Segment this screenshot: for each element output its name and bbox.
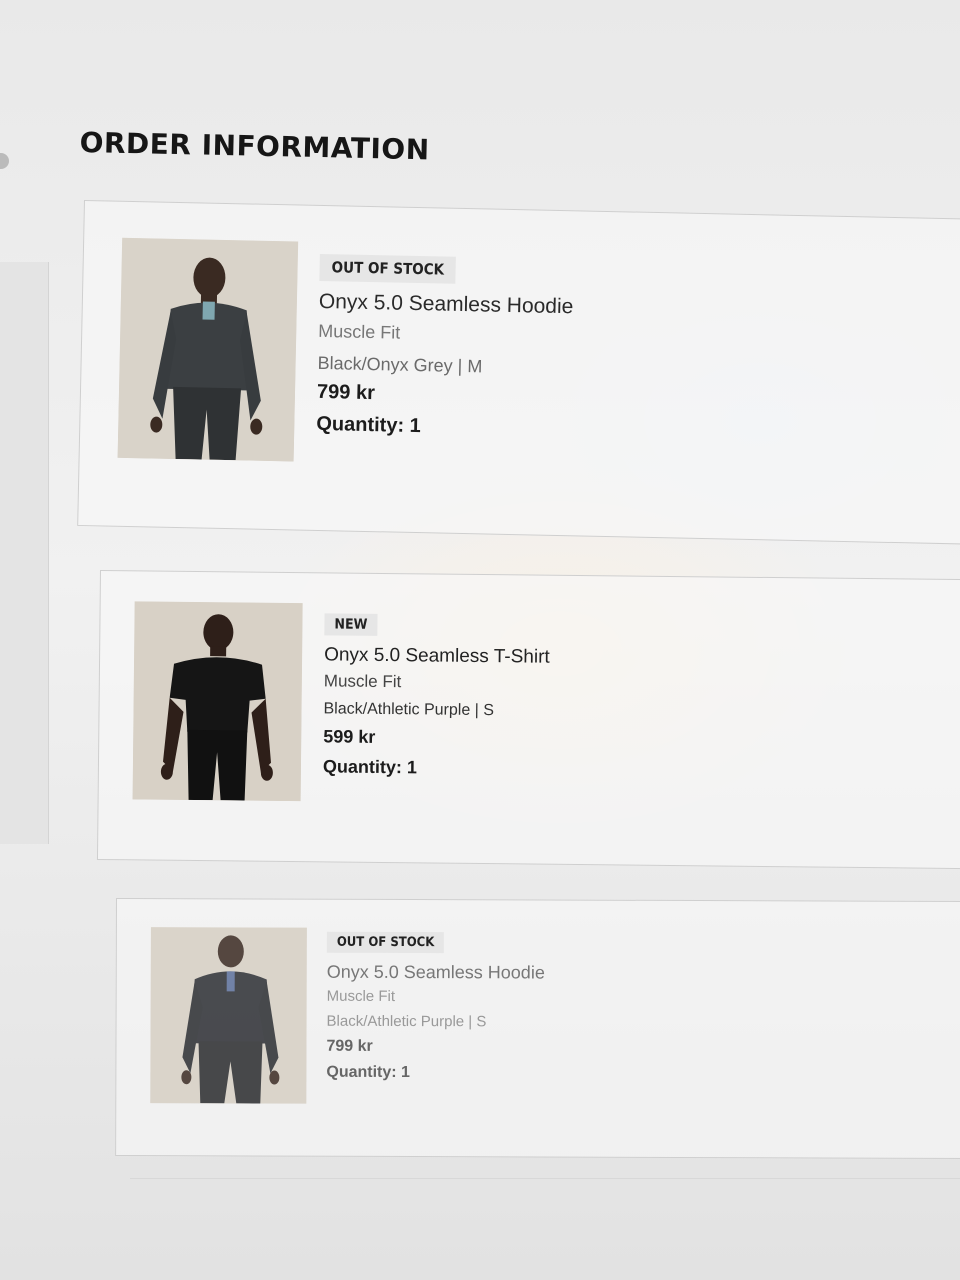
product-quantity: Quantity: 1 [316, 412, 422, 438]
stock-status-badge: OUT OF STOCK [326, 931, 445, 954]
product-price: 799 kr [326, 1037, 373, 1055]
order-item-card[interactable]: OUT OF STOCK Onyx 5.0 Seamless Hoodie Mu… [115, 898, 960, 1160]
product-variant: Black/Athletic Purple | S [323, 700, 495, 720]
order-item-card[interactable]: OUT OF STOCK Onyx 5.0 Seamless Hoodie Mu… [77, 200, 960, 545]
product-fit: Muscle Fit [318, 320, 401, 343]
product-name[interactable]: Onyx 5.0 Seamless Hoodie [319, 290, 574, 318]
scroll-indicator [0, 153, 9, 169]
page-title: ORDER INFORMATION [79, 126, 430, 167]
product-price: 799 kr [316, 380, 376, 405]
product-info: OUT OF STOCK Onyx 5.0 Seamless Hoodie Mu… [316, 253, 574, 439]
product-info: NEW Onyx 5.0 Seamless T-Shirt Muscle Fit… [323, 613, 550, 777]
product-fit: Muscle Fit [323, 671, 402, 692]
product-image[interactable] [132, 601, 303, 802]
divider [130, 1178, 960, 1179]
order-item-card[interactable]: NEW Onyx 5.0 Seamless T-Shirt Muscle Fit… [96, 570, 960, 870]
product-quantity: Quantity: 1 [322, 756, 418, 778]
product-name[interactable]: Onyx 5.0 Seamless Hoodie [327, 962, 545, 983]
product-name[interactable]: Onyx 5.0 Seamless T-Shirt [324, 644, 550, 667]
person-hoodie-black-icon [150, 927, 307, 1104]
person-tshirt-black-icon [132, 601, 303, 802]
product-quantity: Quantity: 1 [326, 1063, 410, 1082]
person-hoodie-grey-icon [117, 237, 299, 462]
product-variant: Black/Athletic Purple | S [326, 1012, 487, 1031]
product-info: OUT OF STOCK Onyx 5.0 Seamless Hoodie Mu… [326, 931, 545, 1082]
product-price: 599 kr [323, 726, 376, 747]
product-variant: Black/Onyx Grey | M [317, 352, 483, 377]
product-image[interactable] [150, 927, 307, 1104]
product-image[interactable] [117, 237, 299, 462]
left-sidebar-panel [0, 262, 49, 844]
product-fit: Muscle Fit [326, 987, 396, 1005]
new-badge: NEW [324, 613, 378, 636]
stock-status-badge: OUT OF STOCK [319, 253, 457, 284]
